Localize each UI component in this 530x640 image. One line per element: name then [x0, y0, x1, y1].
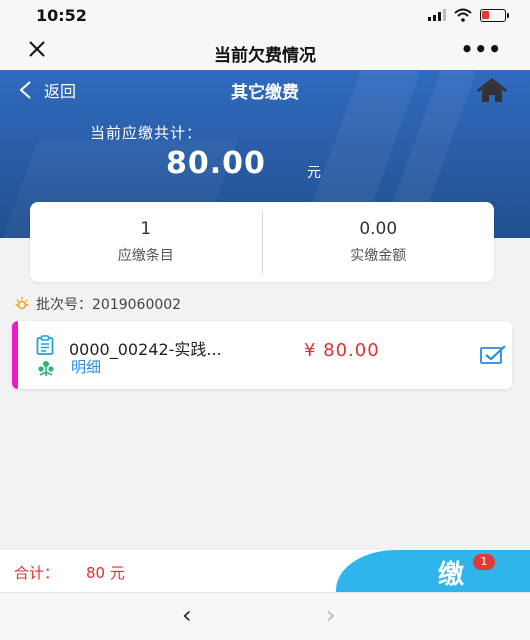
document-icon [36, 335, 54, 355]
batch-number: 批次号：2019060002 [14, 294, 181, 314]
total-label: 合计： [14, 564, 60, 582]
summary-items-count: 1 应缴条目 [30, 202, 262, 282]
more-options-button[interactable]: ••• [461, 37, 502, 61]
browser-nav-bar: ‹ › [0, 592, 530, 640]
pay-button[interactable] [336, 550, 530, 592]
wifi-icon [454, 8, 472, 22]
summary-label: 实缴金额 [350, 248, 407, 264]
batch-text: 批次号：2019060002 [36, 297, 182, 313]
battery-icon [480, 8, 509, 22]
signal-icon [428, 9, 446, 21]
browser-back-button[interactable]: ‹ [182, 601, 192, 629]
webview-nav: 当前欠费情况 ••• [0, 32, 530, 70]
fee-item-card[interactable]: 0000_00242-实践... 明细 ¥ 80.00 [12, 321, 512, 389]
fee-item-accent [12, 321, 18, 389]
browser-forward-button[interactable]: › [326, 601, 336, 629]
fee-item-detail-link[interactable]: 明细 [71, 356, 101, 377]
page-title: 其它缴费 [231, 83, 299, 103]
battery-fill [482, 10, 489, 19]
summary-value: 0.00 [359, 219, 398, 239]
total-value: 80 元 [86, 564, 125, 582]
home-icon[interactable] [476, 78, 508, 104]
summary-label: 应缴条目 [117, 248, 174, 264]
due-label: 当前应缴共计： [90, 124, 203, 142]
fee-item-price: ¥ 80.00 [304, 340, 380, 361]
status-bar: 10:52 [0, 0, 530, 32]
webview-title: 当前欠费情况 [214, 46, 316, 66]
summary-value: 1 [140, 219, 152, 239]
due-amount: 80.00 [166, 146, 266, 181]
summary-card: 1 应缴条目 0.00 实缴金额 [30, 202, 494, 282]
pay-icon[interactable]: 缴 [438, 554, 464, 591]
footer-bar: 合计： 80 元 缴 1 [0, 550, 530, 592]
status-icons [428, 8, 509, 22]
cart-count-badge: 1 [473, 554, 495, 570]
status-time: 10:52 [36, 6, 87, 25]
sun-icon [15, 297, 29, 310]
due-unit: 元 [307, 165, 321, 181]
leaf-icon [38, 361, 54, 376]
summary-paid-amount: 0.00 实缴金额 [263, 202, 495, 282]
checkbox-checked-icon[interactable] [480, 344, 506, 364]
